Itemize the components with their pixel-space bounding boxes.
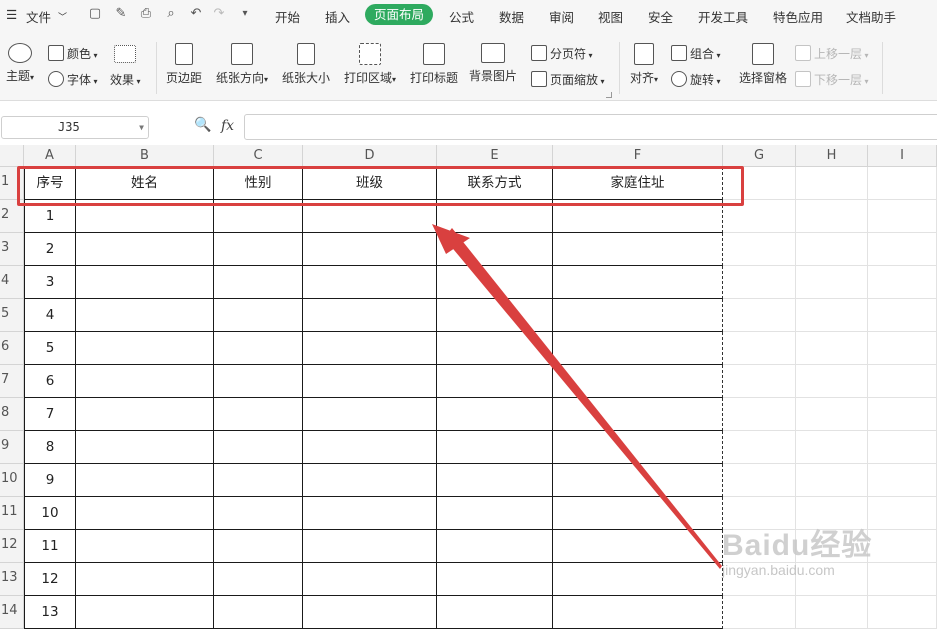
- annotation-arrow-shaft: [444, 228, 722, 569]
- watermark-url: jingyan.baidu.com: [722, 562, 835, 578]
- watermark-brand: Baidu经验: [722, 529, 873, 562]
- baidu-watermark: Baidu经验 jingyan.baidu.com: [722, 520, 872, 578]
